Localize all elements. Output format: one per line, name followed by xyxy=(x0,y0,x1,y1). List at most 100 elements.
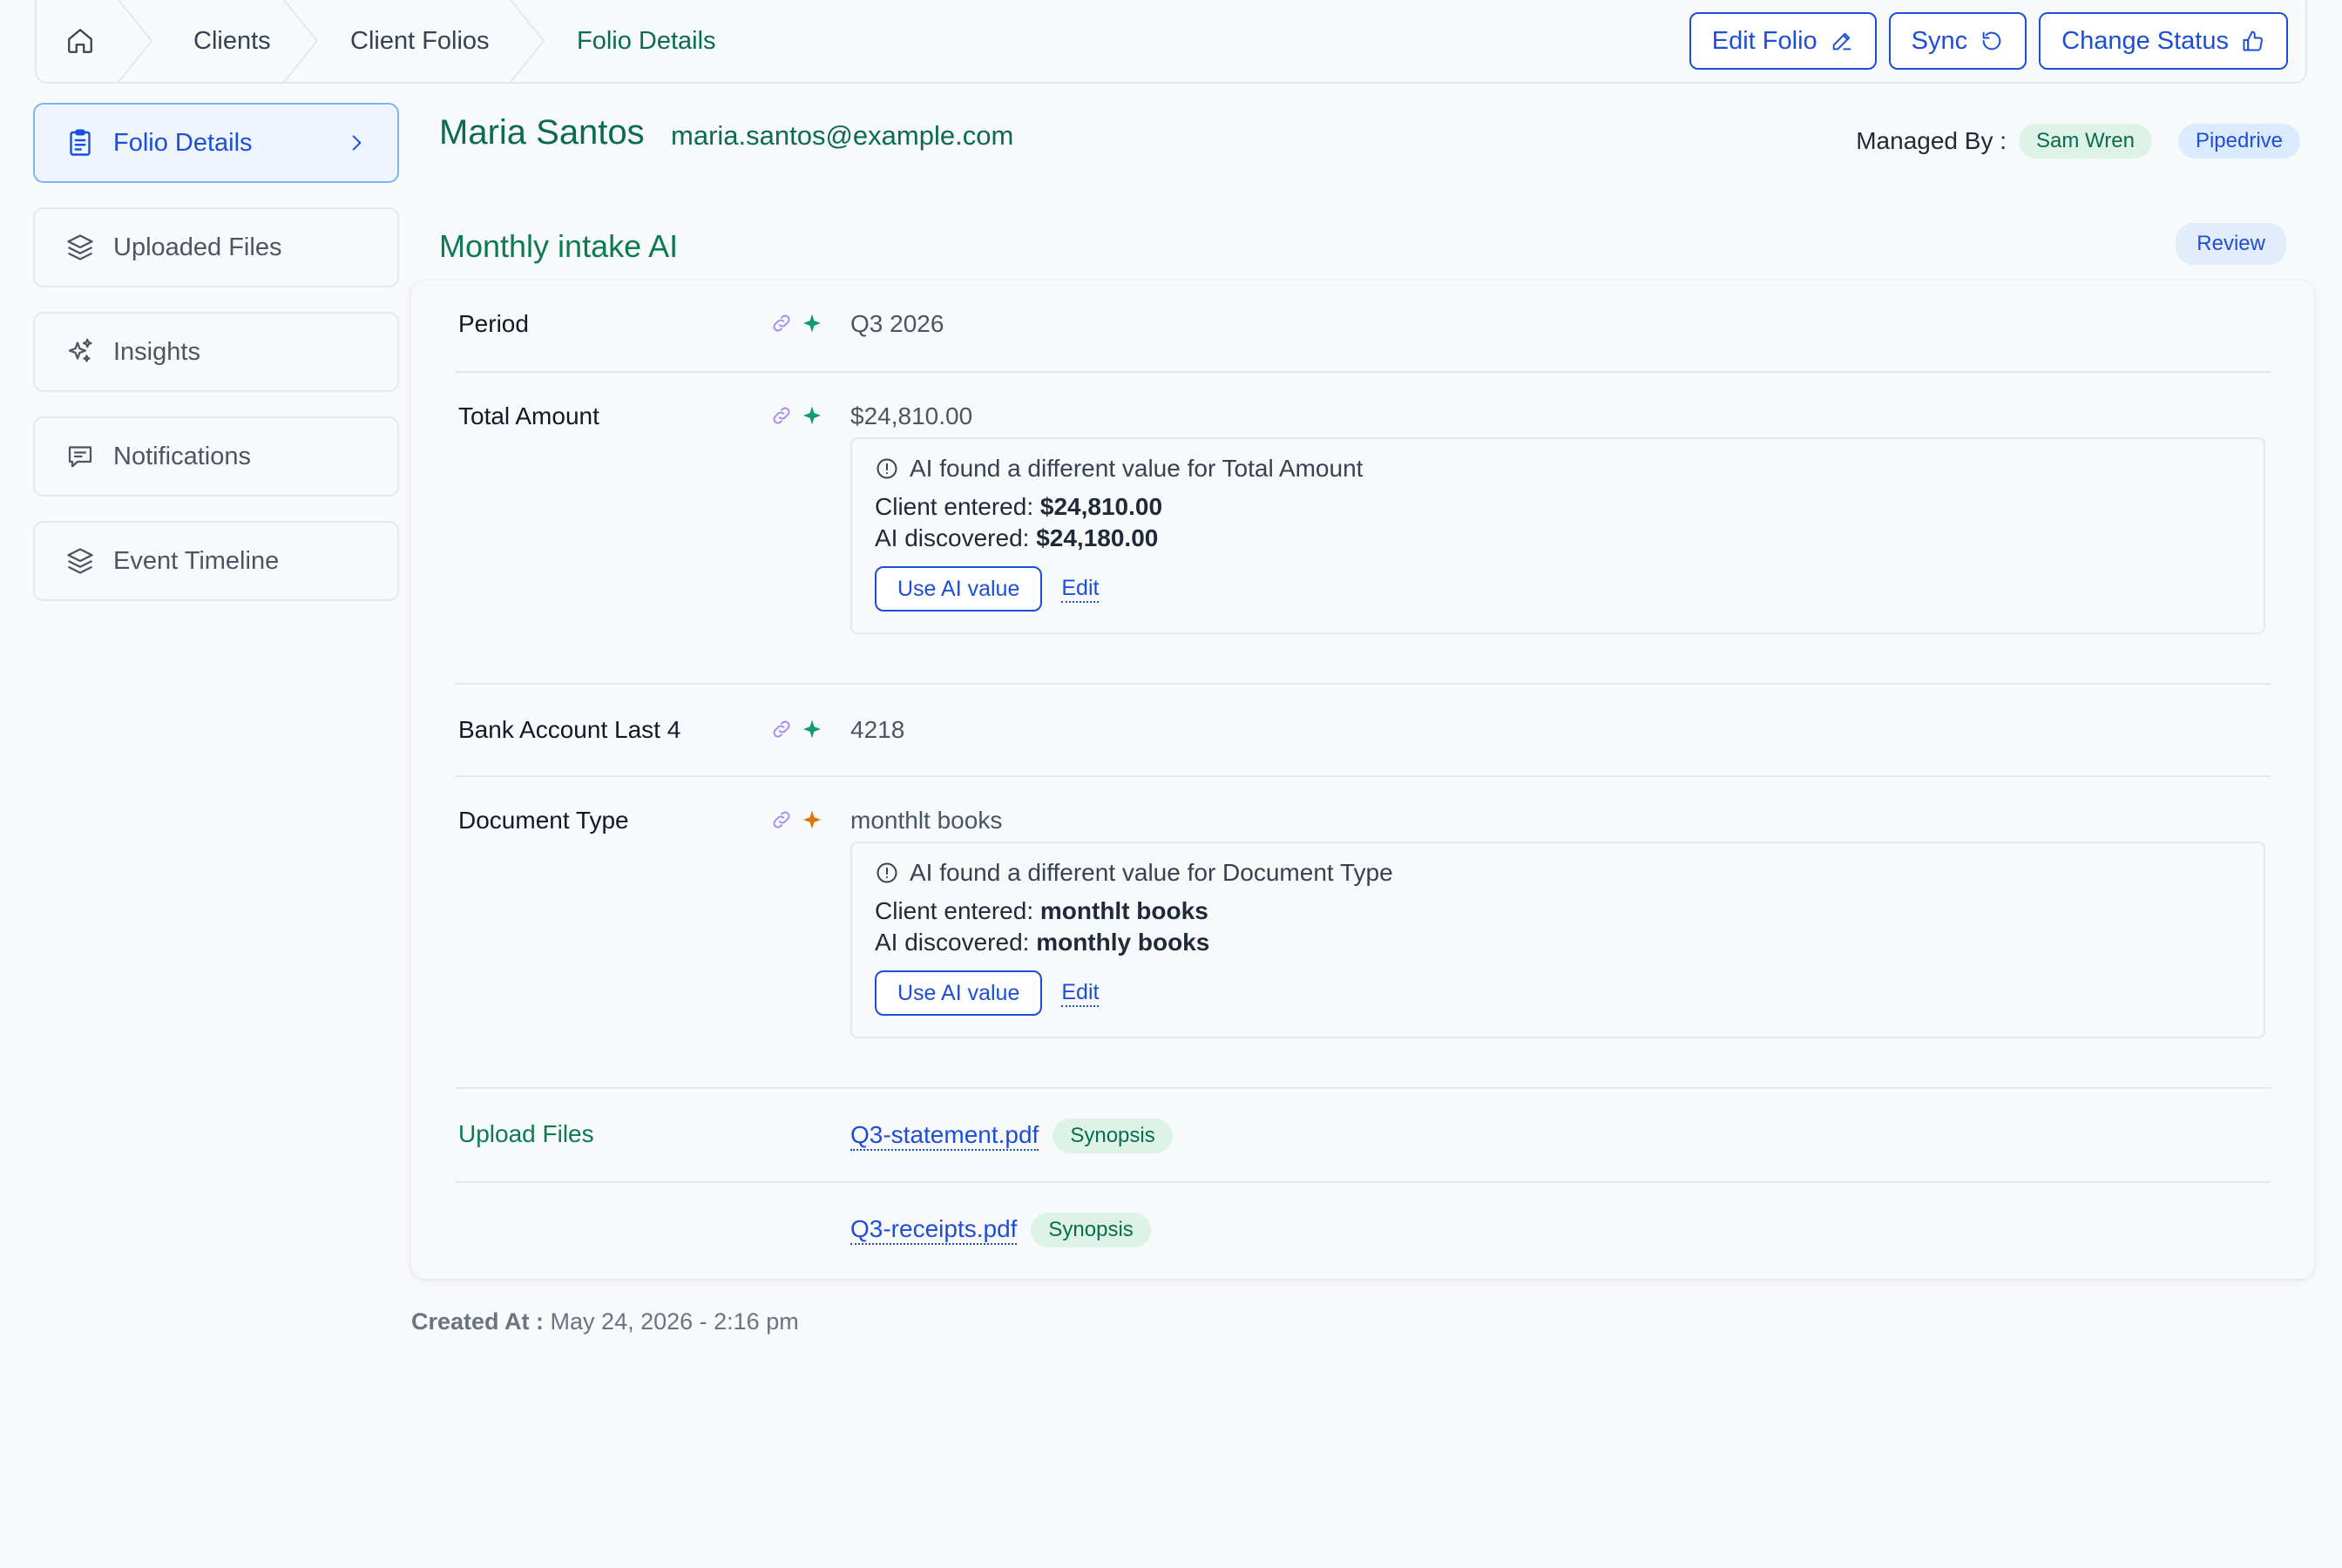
ai-suggestion-box: AI found a different value for Total Amo… xyxy=(850,437,2265,634)
link-icon[interactable] xyxy=(770,312,793,335)
ai-discovered-label: AI discovered: xyxy=(875,929,1030,956)
link-icon[interactable] xyxy=(770,404,793,427)
client-entered-label: Client entered: xyxy=(875,493,1034,520)
upload-files-label: Upload Files xyxy=(458,1120,594,1147)
manager-badge: Sam Wren xyxy=(2019,124,2152,159)
breadcrumb-folio-details: Folio Details xyxy=(516,0,716,82)
sidebar-item-folio-details[interactable]: Folio Details xyxy=(33,103,399,183)
layers-icon xyxy=(64,545,96,577)
sparkles-icon xyxy=(64,336,96,368)
edit-link[interactable]: Edit xyxy=(1061,576,1100,603)
clipboard-icon xyxy=(64,127,96,159)
sidebar-item-insights[interactable]: Insights xyxy=(33,312,399,392)
sidebar-item-label: Insights xyxy=(113,337,200,366)
ai-discovered-value: monthly books xyxy=(1036,929,1210,956)
ai-suggestion-heading: AI found a different value for Total Amo… xyxy=(875,455,2241,483)
file-link[interactable]: Q3-receipts.pdf xyxy=(850,1215,1018,1245)
change-status-button[interactable]: Change Status xyxy=(2039,12,2288,70)
synopsis-badge[interactable]: Synopsis xyxy=(1053,1119,1173,1153)
sidebar-item-event-timeline[interactable]: Event Timeline xyxy=(33,521,399,601)
link-icon[interactable] xyxy=(770,718,793,740)
field-row-document-type: Document Type monthlt books AI found a d… xyxy=(455,777,2271,1089)
field-label: Bank Account Last 4 xyxy=(458,716,681,743)
message-icon xyxy=(64,441,96,472)
ai-discovered-line: AI discovered: $24,180.00 xyxy=(875,524,2241,552)
sync-button[interactable]: Sync xyxy=(1888,12,2027,70)
hand-thumb-icon xyxy=(2241,29,2265,53)
layers-icon xyxy=(64,232,96,263)
created-at-label: Created At : xyxy=(411,1308,545,1335)
breadcrumb-home[interactable] xyxy=(37,0,153,82)
status-badge[interactable]: Review xyxy=(2176,223,2286,265)
created-at: Created At : May 24, 2026 - 2:16 pm xyxy=(411,1308,799,1335)
breadcrumb-label: Client Folios xyxy=(350,26,490,55)
field-icons xyxy=(770,808,822,831)
field-value: Q3 2026 xyxy=(850,310,944,337)
file-link[interactable]: Q3-statement.pdf xyxy=(850,1121,1039,1151)
client-entered-label: Client entered: xyxy=(875,897,1034,924)
client-email: maria.santos@example.com xyxy=(671,120,1014,151)
client-entered-value: $24,810.00 xyxy=(1039,493,1163,520)
client-name: Maria Santos xyxy=(439,113,645,152)
ai-discovered-line: AI discovered: monthly books xyxy=(875,929,2241,956)
sparkle-icon xyxy=(802,405,822,426)
field-row-total-amount: Total Amount $24,810.00 AI found a diffe… xyxy=(455,373,2271,685)
created-at-value: May 24, 2026 - 2:16 pm xyxy=(550,1308,799,1335)
sync-label: Sync xyxy=(1911,26,1968,55)
ai-discovered-value: $24,180.00 xyxy=(1036,524,1159,551)
info-circle-icon xyxy=(875,456,899,481)
ai-heading-text: AI found a different value for Document … xyxy=(910,859,1393,886)
field-label: Document Type xyxy=(458,807,629,834)
section-title: Monthly intake AI xyxy=(439,228,679,264)
use-ai-value-button[interactable]: Use AI value xyxy=(875,970,1043,1016)
synopsis-badge[interactable]: Synopsis xyxy=(1031,1213,1151,1247)
link-icon[interactable] xyxy=(770,808,793,831)
client-entered-value: monthlt books xyxy=(1039,897,1208,924)
field-icons xyxy=(770,312,822,335)
ai-suggestion-actions: Use AI value Edit xyxy=(875,970,2241,1016)
upload-files-row: Upload Files Q3-statement.pdf Synopsis xyxy=(455,1089,2271,1183)
field-row-period: Period Q3 2026 xyxy=(455,280,2271,373)
file-item: Q3-receipts.pdf Synopsis xyxy=(850,1213,1151,1247)
field-icons xyxy=(770,718,822,740)
sidebar: Folio Details Uploaded Files Insights No… xyxy=(33,103,399,625)
breadcrumb: Clients Client Folios Folio Details xyxy=(37,0,716,82)
sparkle-icon xyxy=(802,313,822,334)
edit-link[interactable]: Edit xyxy=(1061,980,1100,1007)
breadcrumb-clients[interactable]: Clients xyxy=(124,0,319,82)
field-value: monthlt books xyxy=(850,807,1003,834)
edit-folio-button[interactable]: Edit Folio xyxy=(1689,12,1877,70)
toolbar: Edit Folio Sync Change Status xyxy=(1689,12,2305,70)
managed-by: Managed By : Sam Wren Pipedrive xyxy=(1856,124,2300,159)
breadcrumb-label: Clients xyxy=(193,26,271,55)
chevron-right-icon xyxy=(345,132,368,154)
breadcrumb-client-folios[interactable]: Client Folios xyxy=(289,0,545,82)
edit-folio-label: Edit Folio xyxy=(1711,26,1817,55)
sidebar-item-label: Event Timeline xyxy=(113,546,280,575)
managed-by-label: Managed By : xyxy=(1856,127,2007,154)
ai-heading-text: AI found a different value for Total Amo… xyxy=(910,455,1364,482)
file-item: Q3-statement.pdf Synopsis xyxy=(850,1119,1173,1153)
sidebar-item-uploaded-files[interactable]: Uploaded Files xyxy=(33,207,399,287)
field-value: $24,810.00 xyxy=(850,402,973,429)
client-entered-line: Client entered: $24,810.00 xyxy=(875,493,2241,521)
field-row-bank-account: Bank Account Last 4 4218 xyxy=(455,685,2271,777)
home-icon xyxy=(65,26,95,56)
field-label: Period xyxy=(458,310,529,337)
sidebar-item-label: Notifications xyxy=(113,442,251,470)
sparkle-icon xyxy=(802,809,822,830)
field-label: Total Amount xyxy=(458,402,599,429)
source-badge: Pipedrive xyxy=(2177,124,2300,159)
upload-files-row: Q3-receipts.pdf Synopsis xyxy=(455,1183,2271,1277)
sparkle-icon xyxy=(802,719,822,740)
info-circle-icon xyxy=(875,861,899,885)
use-ai-value-button[interactable]: Use AI value xyxy=(875,566,1043,612)
sidebar-item-label: Uploaded Files xyxy=(113,233,282,261)
ai-discovered-label: AI discovered: xyxy=(875,524,1030,551)
change-status-label: Change Status xyxy=(2061,26,2229,55)
client-entered-line: Client entered: monthlt books xyxy=(875,897,2241,925)
field-value: 4218 xyxy=(850,716,905,743)
ai-suggestion-box: AI found a different value for Document … xyxy=(850,841,2265,1038)
breadcrumb-label: Folio Details xyxy=(577,26,716,55)
sidebar-item-notifications[interactable]: Notifications xyxy=(33,416,399,497)
